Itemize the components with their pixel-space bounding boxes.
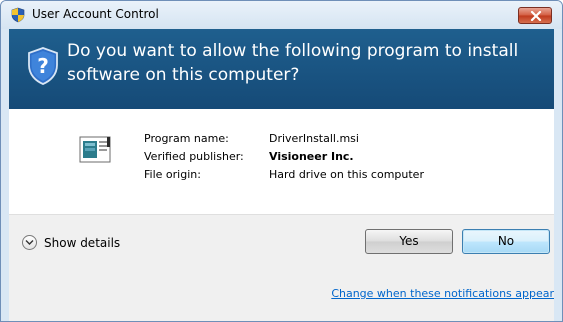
close-icon <box>530 11 542 21</box>
no-button[interactable]: No <box>462 229 550 254</box>
title-bar: User Account Control <box>1 1 562 29</box>
uac-shield-icon <box>11 7 25 23</box>
chevron-down-icon <box>22 235 37 250</box>
show-details-label: Show details <box>44 235 121 250</box>
program-name-label: Program name: <box>144 132 229 145</box>
detail-row-file-origin: File origin: Hard drive on this computer <box>144 166 424 184</box>
detail-row-program-name: Program name: DriverInstall.msi <box>144 130 424 148</box>
close-button[interactable] <box>518 7 552 24</box>
svg-text:?: ? <box>37 54 49 78</box>
yes-button[interactable]: Yes <box>365 229 453 254</box>
detail-row-publisher: Verified publisher: Visioneer Inc. <box>144 148 424 166</box>
change-notifications-link[interactable]: Change when these notifications appear <box>331 287 554 300</box>
program-name-value: DriverInstall.msi <box>269 132 359 145</box>
window-title: User Account Control <box>32 7 159 21</box>
publisher-label: Verified publisher: <box>144 150 244 163</box>
button-bar: Show details Yes No <box>9 214 554 276</box>
uac-dialog: User Account Control ? Do you want to al… <box>0 0 563 322</box>
installer-package-icon <box>79 136 111 163</box>
prompt-banner: ? Do you want to allow the following pro… <box>9 29 554 109</box>
file-origin-value: Hard drive on this computer <box>269 168 424 181</box>
publisher-value: Visioneer Inc. <box>269 150 354 163</box>
program-details-panel: Program name: DriverInstall.msi Verified… <box>9 109 554 214</box>
show-details-toggle[interactable]: Show details <box>22 235 120 250</box>
question-shield-icon: ? <box>28 47 58 85</box>
link-bar: Change when these notifications appear <box>9 274 554 321</box>
program-details: Program name: DriverInstall.msi Verified… <box>144 130 424 184</box>
prompt-question: Do you want to allow the following progr… <box>67 41 519 85</box>
file-origin-label: File origin: <box>144 168 201 181</box>
